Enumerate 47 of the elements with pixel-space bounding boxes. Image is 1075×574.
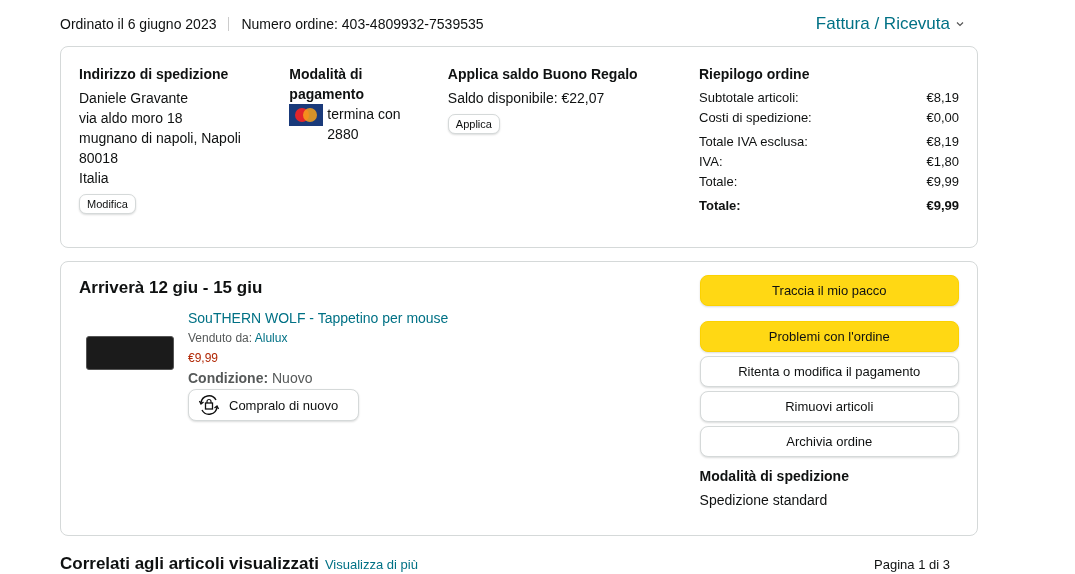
summary-label: Totale IVA esclusa: — [699, 133, 808, 151]
address-line: Italia — [79, 169, 109, 188]
apply-button[interactable]: Applica — [447, 114, 500, 134]
summary-label: IVA: — [699, 153, 723, 171]
edit-button[interactable]: Modifica — [79, 194, 136, 214]
action-button[interactable]: Traccia il mio pacco — [699, 275, 959, 306]
caret-icon — [956, 21, 964, 27]
product-price: €9,99 — [188, 350, 219, 367]
action-button[interactable]: Ritenta o modifica il pagamento — [699, 356, 959, 387]
summary-value: €8,19 — [926, 89, 959, 107]
summary-value: €9,99 — [926, 173, 959, 191]
buy-again-button[interactable]: Compralo di nuovo — [188, 389, 360, 421]
action-button[interactable]: Archivia ordine — [699, 426, 959, 457]
summary-value: €1,80 — [926, 153, 959, 171]
action-button[interactable]: Problemi con l'ordine — [699, 321, 959, 352]
section-title: Applica saldo Buono Regalo — [447, 65, 638, 84]
order-date: Ordinato il 6 giugno 2023 — [60, 16, 217, 32]
repeat-bag-icon — [197, 393, 221, 417]
address-line: Daniele Gravante — [79, 89, 188, 108]
gift-balance: Saldo disponibile: €22,07 — [447, 89, 605, 108]
summary-label: Subtotale articoli: — [699, 89, 799, 107]
address-line: mugnano di napoli, Napoli — [79, 129, 241, 148]
summary-value: €9,99 — [926, 197, 959, 215]
see-more-link[interactable]: Visualizza di più — [324, 557, 418, 572]
invoice-link[interactable]: Fattura / Ricevuta — [815, 14, 964, 34]
card-logo-icon — [289, 104, 324, 126]
summary-label: Totale: — [699, 173, 738, 191]
arrival-date: Arriverà 12 giu - 15 giu — [79, 278, 264, 298]
card-info: termina con 2880 — [327, 105, 402, 144]
shipping-method: Spedizione standard — [699, 491, 829, 510]
action-button[interactable]: Rimuovi articoli — [699, 391, 959, 422]
section-heading: Correlati agli articoli visualizzati — [60, 554, 319, 574]
address-line: 80018 — [79, 149, 118, 168]
summary-label: Totale: — [699, 197, 741, 215]
section-title: Riepilogo ordine — [699, 65, 810, 84]
address-line: via aldo moro 18 — [79, 109, 183, 128]
section-title: Modalità di spedizione — [699, 467, 850, 486]
section-title: Indirizzo di spedizione — [79, 65, 229, 84]
sold-by-label: Venduto da: — [188, 331, 253, 345]
summary-value: €8,19 — [926, 133, 959, 151]
page-indicator: Pagina 1 di 3 — [874, 557, 950, 572]
order-number: Numero ordine: 403-4809932-7539535 — [241, 16, 484, 32]
summary-label: Costi di spedizione: — [699, 109, 812, 127]
summary-value: €0,00 — [926, 109, 959, 127]
product-link[interactable]: SouTHERN WOLF - Tappetino per mouse — [188, 308, 449, 328]
seller-link[interactable]: Alulux — [254, 331, 288, 345]
product-condition: Condizione: Nuovo — [188, 369, 313, 388]
